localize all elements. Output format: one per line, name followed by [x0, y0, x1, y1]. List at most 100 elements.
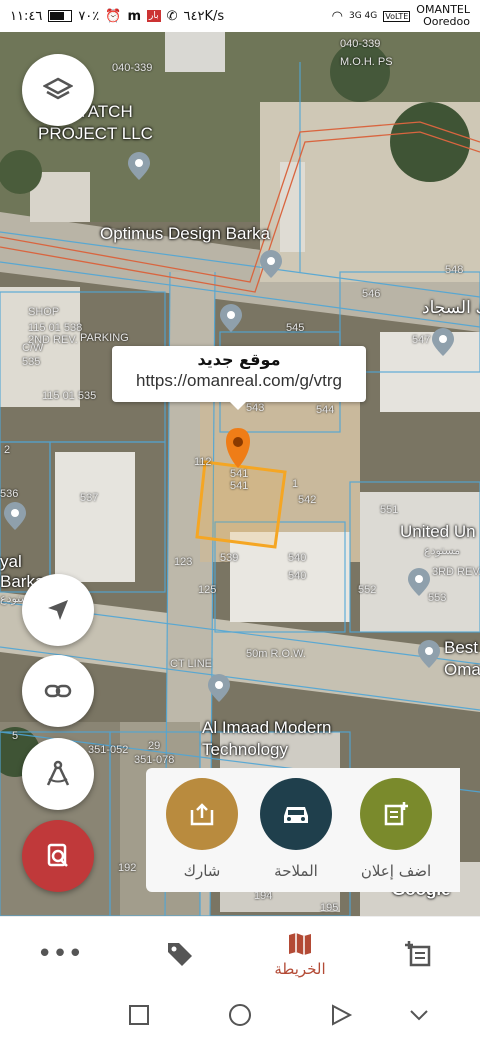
parcel-label: 29 — [148, 740, 161, 752]
add-list-icon — [405, 941, 431, 967]
place-marker-icon[interactable] — [0, 502, 30, 532]
nav-tags[interactable] — [120, 917, 240, 991]
parcel-label: 546 — [362, 288, 381, 300]
parcel-label: 351-052 — [88, 744, 129, 756]
status-bar: ١١:٤٦ ٧٠٪ ⏰ m بار ✆ ٦٤٢K/s ◠ 3G 4G VoLTE… — [0, 0, 480, 32]
action-panel: شارك الملاحة اضف إعلان — [146, 768, 460, 892]
chevron-down-icon[interactable] — [406, 1002, 432, 1028]
parcel-label: 123 — [174, 556, 193, 568]
search-parcel-button[interactable] — [22, 820, 94, 892]
parcel-label: M.O.H. PS — [340, 56, 393, 68]
nav-map[interactable]: الخريطة — [240, 917, 360, 991]
place-label: مستودع — [424, 545, 461, 557]
map-icon — [289, 933, 311, 955]
nav-more[interactable]: ••• — [0, 917, 120, 991]
parcel-label: 537 — [80, 492, 99, 504]
link-icon — [44, 684, 72, 698]
parcel-label: 040-339 — [112, 62, 153, 74]
place-label: ك السجاد — [422, 298, 480, 317]
nav-add-listing[interactable] — [360, 917, 480, 991]
link-button[interactable] — [22, 655, 94, 727]
place-label: Best — [444, 638, 479, 657]
parcel-label: 112 — [194, 456, 212, 468]
popup-arrow — [230, 402, 246, 410]
add-note-icon — [384, 802, 408, 826]
parcel-label: 539 — [220, 552, 239, 564]
more-icon: ••• — [36, 939, 83, 969]
place-marker-icon[interactable] — [204, 674, 234, 704]
parcel-label: 552 — [358, 584, 377, 596]
parcel-label: 551 — [380, 504, 399, 516]
parcel-label: 548 — [445, 264, 464, 276]
parcel-label: 2 — [4, 444, 11, 456]
place-marker-icon[interactable] — [404, 568, 434, 598]
parcel-label: 040-339 — [340, 38, 381, 50]
app-badge-icon: بار — [147, 10, 161, 22]
place-label: United Un — [400, 522, 476, 541]
place-marker-icon[interactable] — [256, 250, 286, 280]
parcel-label: 540 — [288, 552, 307, 564]
volte-icon: VoLTE — [383, 10, 411, 22]
share-icon — [190, 803, 214, 826]
place-label: Technology — [202, 740, 289, 759]
place-label: yal — [0, 552, 22, 571]
road-label: CT LINE — [170, 658, 212, 670]
parcel-label: 351-078 — [134, 754, 175, 766]
search-document-icon — [47, 843, 68, 867]
layers-icon — [43, 77, 73, 100]
share-button[interactable] — [166, 778, 238, 850]
place-marker-icon[interactable] — [216, 304, 246, 334]
location-popup[interactable]: موقع جديد https://omanreal.com/g/vtrg — [112, 346, 366, 410]
tag-icon — [168, 943, 192, 966]
measure-button[interactable] — [22, 738, 94, 810]
navigate-button[interactable] — [260, 778, 332, 850]
place-label: Oma — [444, 660, 480, 679]
popup-title: موقع جديد — [197, 350, 281, 369]
parcel-label: 545 — [286, 322, 305, 334]
share-action[interactable]: شارك — [152, 778, 252, 880]
popup-url[interactable]: https://omanreal.com/g/vtrg — [112, 371, 366, 391]
net-speed: ٦٤٢K/s — [183, 8, 225, 24]
navigate-action[interactable]: الملاحة — [246, 778, 346, 880]
recents-icon[interactable] — [126, 1002, 152, 1028]
parcel-label: 542 — [298, 494, 317, 506]
parcel-label: 536 — [0, 488, 19, 500]
place-label: Al Imaad Modern — [202, 718, 332, 737]
clock: ١١:٤٦ — [10, 8, 43, 24]
bottom-navigation: ••• الخريطة — [0, 916, 480, 991]
my-location-button[interactable] — [22, 574, 94, 646]
back-icon[interactable] — [328, 1002, 354, 1028]
place-label: PROJECT LLC — [38, 124, 153, 143]
parcel-label: 125 — [198, 584, 217, 596]
car-icon — [284, 807, 308, 823]
navigate-label: الملاحة — [274, 862, 318, 880]
app-m-icon: m — [127, 8, 141, 24]
signal-icon: 3G 4G — [348, 11, 378, 21]
place-marker-icon[interactable] — [414, 640, 444, 670]
system-navigation-bar — [0, 990, 480, 1040]
layers-button[interactable] — [22, 54, 94, 126]
add-ad-button[interactable] — [360, 778, 432, 850]
whatsapp-icon: ✆ — [166, 8, 178, 24]
add-ad-label: اضف إعلان — [360, 862, 432, 880]
battery-icon — [48, 10, 73, 22]
place-marker-icon[interactable] — [428, 328, 458, 358]
home-icon[interactable] — [227, 1002, 253, 1028]
parcel-label: 192 — [118, 862, 137, 874]
parcel-label: C/W — [22, 342, 44, 354]
parcel-label: 3RD REV. — [432, 566, 480, 578]
carrier-secondary: Ooredoo — [423, 15, 470, 28]
parcel-label: 535 — [22, 356, 41, 368]
nav-map-label: الخريطة — [274, 960, 326, 978]
compass-draw-icon — [46, 760, 70, 786]
battery-percent: ٧٠٪ — [78, 8, 100, 24]
road-label: 50m R.O.W. — [246, 648, 306, 660]
parcel-label: 541 — [230, 480, 249, 492]
place-label: Optimus Design Barka — [100, 224, 271, 243]
parcel-label: 195 — [320, 902, 339, 914]
parcel-label: 540 — [288, 570, 307, 582]
place-marker-icon[interactable] — [124, 152, 154, 182]
share-label: شارك — [183, 862, 221, 880]
parcel-label: 1 — [292, 478, 299, 490]
add-ad-action[interactable]: اضف إعلان — [346, 778, 446, 880]
